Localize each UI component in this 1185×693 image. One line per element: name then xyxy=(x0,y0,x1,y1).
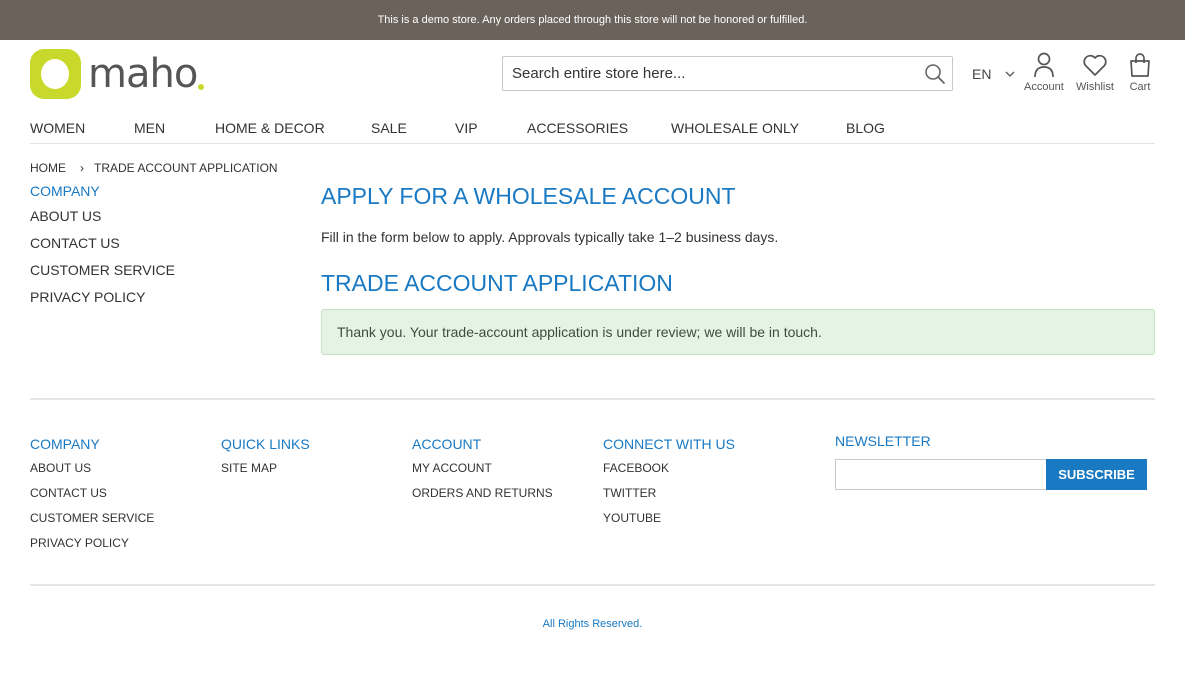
nav-item-women[interactable]: WOMEN xyxy=(30,120,85,136)
footer-link-my-account[interactable]: MY ACCOUNT xyxy=(412,461,553,475)
account-label: Account xyxy=(1024,81,1064,93)
logo-mark xyxy=(30,49,81,99)
breadcrumb-current: TRADE ACCOUNT APPLICATION xyxy=(94,161,278,175)
breadcrumb: HOME › TRADE ACCOUNT APPLICATION xyxy=(30,161,278,175)
footer-top-divider xyxy=(30,398,1155,400)
footer-column-title: CONNECT WITH US xyxy=(603,436,735,452)
heart-icon xyxy=(1083,54,1107,76)
search-bar xyxy=(502,56,953,91)
breadcrumb-home[interactable]: HOME xyxy=(30,161,66,175)
logo-text: maho xyxy=(88,51,198,97)
newsletter-email-input[interactable] xyxy=(835,459,1046,490)
sidebar-link-contact-us[interactable]: CONTACT US xyxy=(30,235,250,251)
chevron-down-icon xyxy=(1005,71,1015,78)
newsletter: NEWSLETTER SUBSCRIBE xyxy=(835,433,1147,490)
footer-column-connect: CONNECT WITH US FACEBOOK TWITTER YOUTUBE xyxy=(603,436,735,536)
footer-column-company: COMPANY ABOUT US CONTACT US CUSTOMER SER… xyxy=(30,436,154,561)
nav-item-home-decor[interactable]: HOME & DECOR xyxy=(215,120,325,136)
language-switcher[interactable]: EN xyxy=(972,64,1015,84)
breadcrumb-separator: › xyxy=(80,161,84,175)
search-input[interactable] xyxy=(503,57,918,90)
sidebar-link-privacy-policy[interactable]: PRIVACY POLICY xyxy=(30,289,250,305)
sidebar-title: COMPANY xyxy=(30,183,100,199)
cart-label: Cart xyxy=(1129,81,1151,93)
nav-item-wholesale-only[interactable]: WHOLESALE ONLY xyxy=(671,120,799,136)
user-icon xyxy=(1034,52,1054,78)
page-title: APPLY FOR A WHOLESALE ACCOUNT xyxy=(321,183,736,209)
shopping-bag-icon xyxy=(1130,53,1150,77)
footer-column-account: ACCOUNT MY ACCOUNT ORDERS AND RETURNS xyxy=(412,436,553,511)
footer-column-quick-links: QUICK LINKS SITE MAP xyxy=(221,436,310,486)
footer-link-about-us[interactable]: ABOUT US xyxy=(30,461,154,475)
sidebar: COMPANY ABOUT US CONTACT US CUSTOMER SER… xyxy=(30,183,250,316)
language-label: EN xyxy=(972,66,992,82)
nav-item-accessories[interactable]: ACCESSORIES xyxy=(527,120,628,136)
footer-column-title: COMPANY xyxy=(30,436,100,452)
footer-link-youtube[interactable]: YOUTUBE xyxy=(603,511,735,525)
logo-dot xyxy=(198,84,205,90)
wishlist-label: Wishlist xyxy=(1076,81,1114,93)
nav-item-men[interactable]: MEN xyxy=(134,120,165,136)
success-message: Thank you. Your trade-account applicatio… xyxy=(321,309,1155,355)
nav-item-blog[interactable]: BLOG xyxy=(846,120,885,136)
nav-item-sale[interactable]: SALE xyxy=(371,120,407,136)
footer-link-orders-and-returns[interactable]: ORDERS AND RETURNS xyxy=(412,486,553,500)
footer-link-twitter[interactable]: TWITTER xyxy=(603,486,735,500)
sidebar-link-about-us[interactable]: ABOUT US xyxy=(30,208,250,224)
main-content: APPLY FOR A WHOLESALE ACCOUNT Fill in th… xyxy=(321,183,1155,355)
account-link[interactable]: Account xyxy=(1024,52,1064,93)
demo-store-notice: This is a demo store. Any orders placed … xyxy=(0,0,1185,40)
footer-column-title: ACCOUNT xyxy=(412,436,482,452)
main-navigation: WOMEN MEN HOME & DECOR SALE VIP ACCESSOR… xyxy=(30,118,1155,144)
footer-link-site-map[interactable]: SITE MAP xyxy=(221,461,310,475)
footer-link-customer-service[interactable]: CUSTOMER SERVICE xyxy=(30,511,154,525)
newsletter-title: NEWSLETTER xyxy=(835,433,931,449)
copyright-text: All Rights Reserved. xyxy=(542,618,643,630)
footer-bottom-divider xyxy=(30,584,1155,586)
cart-link[interactable]: Cart xyxy=(1128,52,1152,93)
wishlist-link[interactable]: Wishlist xyxy=(1076,52,1114,93)
page-intro: Fill in the form below to apply. Approva… xyxy=(321,229,779,245)
footer-link-contact-us[interactable]: CONTACT US xyxy=(30,486,154,500)
footer-column-title: QUICK LINKS xyxy=(221,436,310,452)
search-icon[interactable] xyxy=(918,57,952,90)
newsletter-form: SUBSCRIBE xyxy=(835,459,1147,490)
sidebar-link-customer-service[interactable]: CUSTOMER SERVICE xyxy=(30,262,250,278)
footer-link-facebook[interactable]: FACEBOOK xyxy=(603,461,735,475)
subscribe-button[interactable]: SUBSCRIBE xyxy=(1046,459,1147,490)
nav-item-vip[interactable]: VIP xyxy=(455,120,478,136)
section-title: TRADE ACCOUNT APPLICATION xyxy=(321,270,673,296)
footer-link-privacy-policy[interactable]: PRIVACY POLICY xyxy=(30,536,154,550)
store-logo[interactable]: maho xyxy=(30,48,220,100)
